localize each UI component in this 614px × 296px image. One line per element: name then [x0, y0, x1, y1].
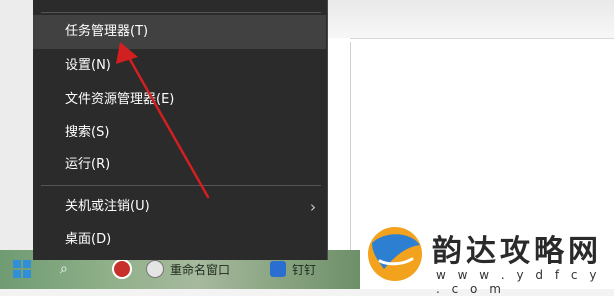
- watermark-url: w w w . y d f c y . c o m: [436, 268, 601, 296]
- watermark-logo-icon: [368, 227, 422, 281]
- watermark-title: 韵达攻略网: [432, 234, 602, 269]
